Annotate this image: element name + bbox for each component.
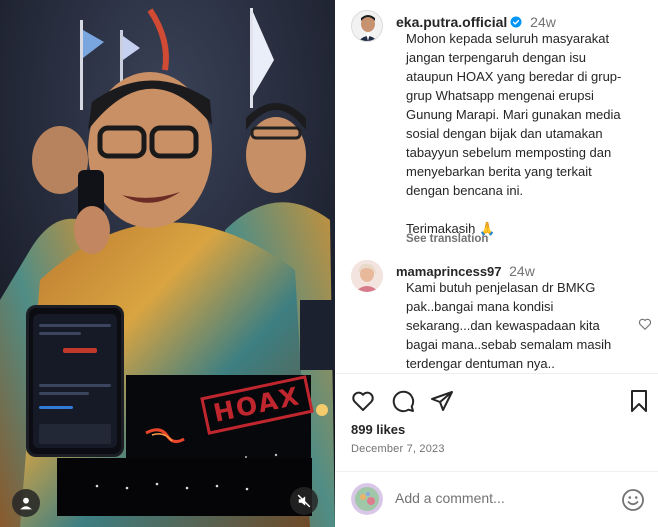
likes-count[interactable]: 899 likes (351, 422, 405, 437)
phone-screen-line (39, 332, 81, 335)
caption-line: sosial dengan bijak dan utamakan (406, 126, 603, 141)
action-bar (351, 389, 651, 413)
comment-like-heart-icon[interactable] (638, 317, 652, 331)
caption-line: tabayyun sebelum memposting dan (406, 145, 612, 160)
phone-inset (26, 305, 124, 457)
tagged-users-button[interactable] (12, 489, 40, 517)
comment-line: bagai mana..sebab semalam masih (406, 337, 612, 352)
paper-plane-icon[interactable] (430, 389, 454, 413)
phone-screen-thumb (39, 424, 111, 444)
comment-line: terdengar dentuman nya.. (406, 356, 555, 371)
phone-screen-fire (63, 348, 97, 353)
caption-line: grup Whatsapp mengenai erupsi (406, 88, 594, 103)
add-comment-input[interactable] (395, 490, 605, 506)
caption-line: menyebarkan berita yang terkait (406, 164, 592, 179)
phone-screen (33, 314, 117, 448)
comment-text: Kami butuh penjelasan dr BMKG pak..banga… (406, 278, 636, 373)
commenter-username[interactable]: mamaprincess97 (396, 264, 502, 279)
mute-button[interactable] (290, 487, 318, 515)
caption-line: Mohon kepada seluruh masyarakat (406, 31, 610, 46)
caption-line: Gunung Marapi. Mari gunakan media (406, 107, 621, 122)
phone-screen-line (39, 384, 111, 387)
person-icon (20, 497, 32, 510)
verified-badge-icon (510, 16, 522, 28)
speaker-muted-icon (297, 494, 311, 508)
instagram-post: HOAX eka.putra.official 24w Mohon kepada… (0, 0, 658, 527)
viewer-avatar[interactable] (351, 483, 383, 515)
author-post-time[interactable]: 24w (530, 14, 556, 30)
post-video[interactable]: HOAX (0, 0, 335, 527)
comment-line: sekarang...dan kewaspadaan kita (406, 318, 600, 333)
heart-outline-icon[interactable] (351, 389, 375, 413)
comment-line: Kami butuh penjelasan dr BMKG (406, 280, 596, 295)
speech-bubble-icon[interactable] (391, 389, 415, 413)
commenter-avatar[interactable] (351, 260, 383, 292)
add-comment-bar (351, 483, 651, 517)
comment-line: pak..bangai mana kondisi (406, 299, 554, 314)
bookmark-icon[interactable] (627, 389, 651, 413)
phone-screen-line (39, 324, 111, 327)
caption-line: jangan terpengaruh dengan isu (406, 50, 586, 65)
caption-line: ataupun HOAX yang beredar di grup- (406, 69, 622, 84)
caption-text: Mohon kepada seluruh masyarakat jangan t… (406, 29, 658, 238)
author-avatar[interactable] (351, 10, 383, 42)
phone-screen-line (39, 406, 73, 409)
smiley-icon[interactable] (621, 488, 645, 512)
author-username[interactable]: eka.putra.official (396, 14, 507, 30)
caption-line (406, 200, 658, 219)
phone-screen-line (39, 392, 90, 395)
eruption-lights (57, 458, 312, 516)
see-translation-link[interactable]: See translation (406, 233, 488, 245)
post-date[interactable]: December 7, 2023 (351, 443, 445, 455)
divider (336, 471, 658, 472)
post-side-panel: eka.putra.official 24w Mohon kepada selu… (335, 0, 658, 527)
comment-time[interactable]: 24w (509, 263, 535, 279)
divider (336, 373, 658, 374)
caption-line: dengan bencana ini. (406, 183, 524, 198)
